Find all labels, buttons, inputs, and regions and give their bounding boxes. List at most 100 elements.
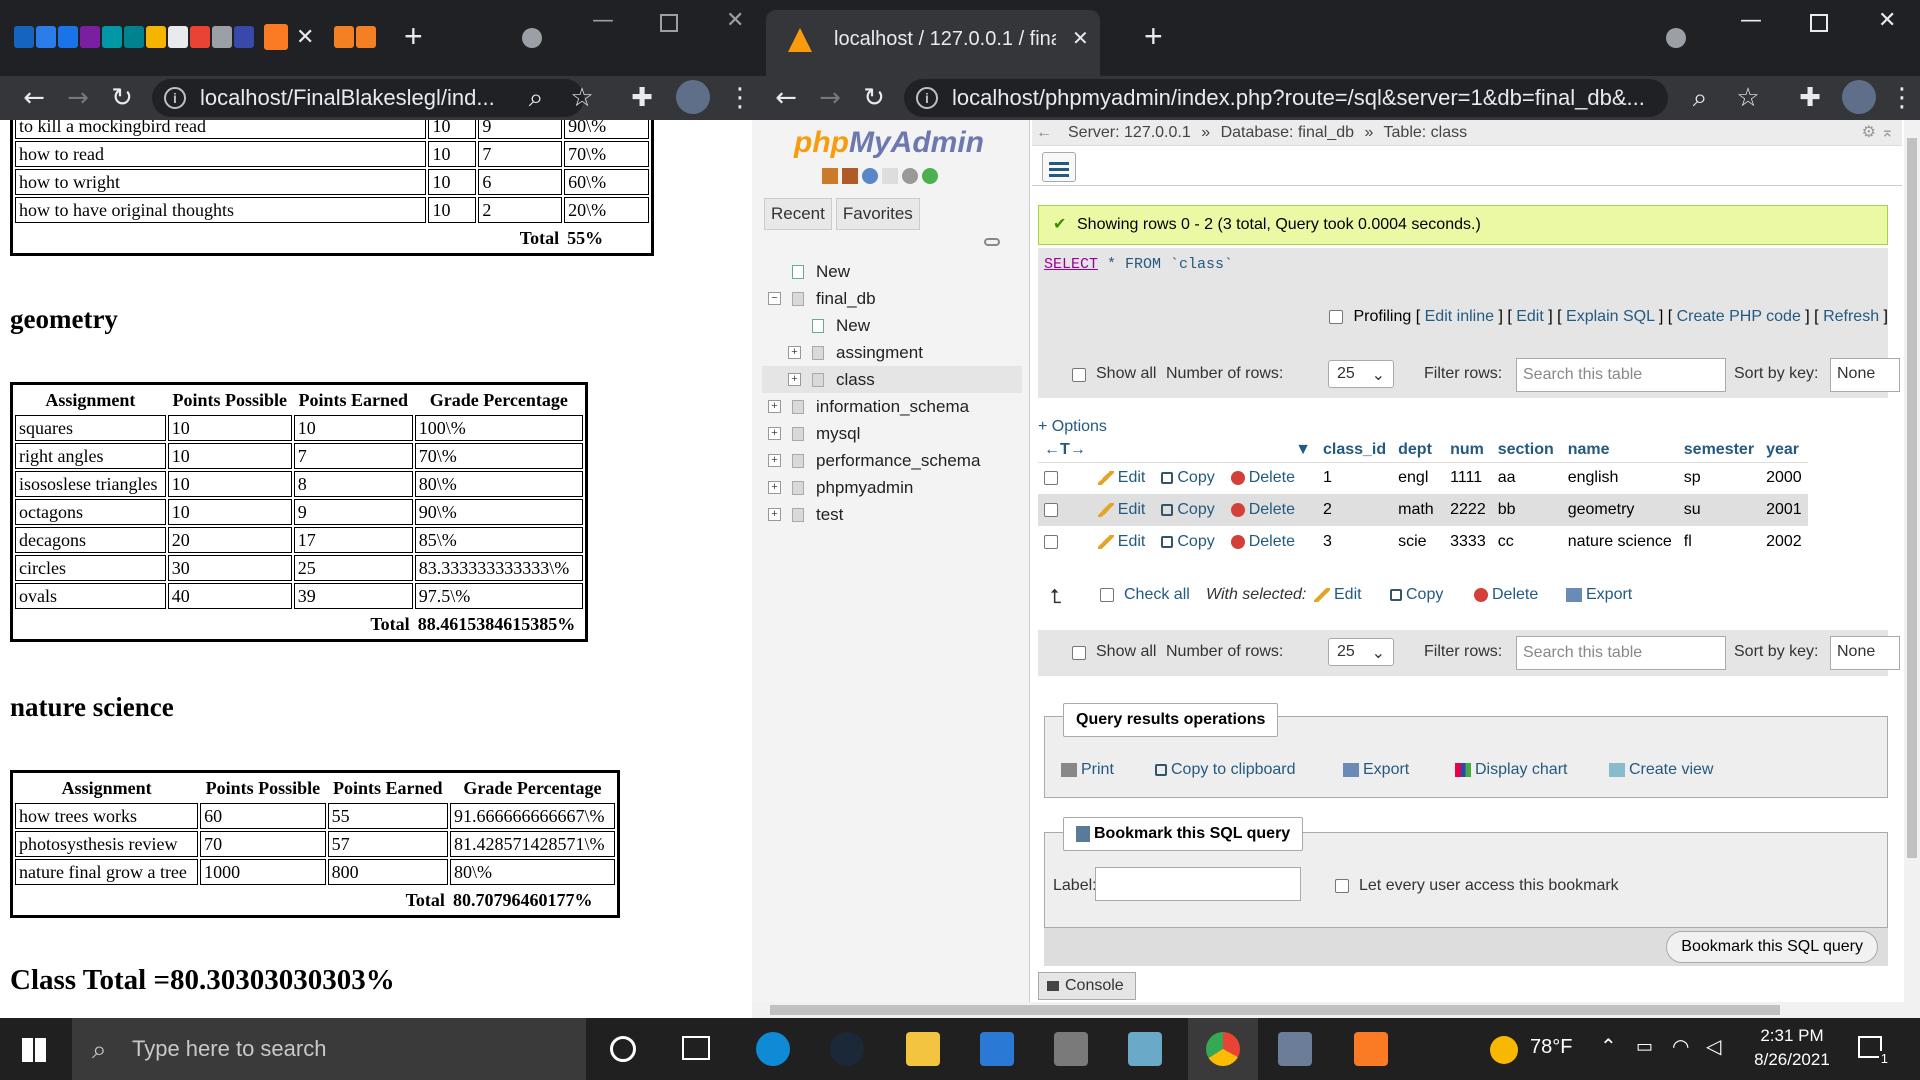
table-cell[interactable]: english [1561, 462, 1678, 494]
app-icon[interactable] [1054, 1032, 1088, 1066]
site-info-icon[interactable]: i [164, 87, 186, 109]
xampp-tab-icon[interactable] [264, 24, 288, 50]
profiling-checkbox[interactable] [1329, 309, 1344, 324]
display-chart-link[interactable]: Display chart [1475, 761, 1567, 778]
collapse-icon[interactable]: ← [1036, 120, 1052, 146]
phpmyadmin-logo[interactable]: phpMyAdmin [794, 126, 984, 160]
expand-icon[interactable]: − [768, 292, 781, 305]
tree-item[interactable]: + test [762, 501, 1022, 528]
active-tab[interactable]: localhost / 127.0.0.1 / final_db / c ✕ [766, 10, 1100, 76]
bulk-edit-link[interactable]: Edit [1334, 586, 1362, 603]
steam-icon[interactable] [830, 1032, 864, 1066]
site-info-icon[interactable]: i [916, 87, 938, 109]
windows-start-icon[interactable] [22, 1038, 46, 1062]
settings-icon[interactable] [902, 168, 918, 184]
table-cell[interactable]: engl [1392, 462, 1445, 494]
tab-favicon-icon[interactable] [36, 26, 56, 48]
forward-icon[interactable]: → [810, 78, 850, 118]
table-cell[interactable]: sp [1677, 462, 1761, 494]
tab-search-icon[interactable] [1666, 28, 1686, 48]
taskbar-search-box[interactable]: ⌕ Type here to search [72, 1018, 586, 1080]
tab-favicon-icon[interactable] [124, 26, 144, 48]
table-cell[interactable]: geometry [1561, 494, 1678, 526]
print-link[interactable]: Print [1081, 761, 1114, 778]
table-cell[interactable]: math [1392, 494, 1445, 526]
hamburger-menu-icon[interactable] [1042, 152, 1076, 182]
zoom-icon[interactable]: ⌕ [516, 78, 556, 118]
show-all-checkbox[interactable] [1072, 646, 1086, 660]
back-icon[interactable]: ← [14, 78, 54, 118]
profile-avatar[interactable] [1842, 80, 1876, 114]
row-delete-link[interactable]: Delete [1230, 469, 1295, 486]
row-edit-link[interactable]: Edit [1097, 533, 1145, 550]
extensions-icon[interactable]: ✚ [622, 78, 662, 118]
file-explorer-icon[interactable] [906, 1032, 940, 1066]
tab-favicon-icon[interactable] [356, 26, 376, 48]
sort-by-key-select[interactable]: None [1830, 636, 1900, 670]
tab-favicon-icon[interactable] [80, 26, 100, 48]
table-cell[interactable]: 3 [1316, 526, 1393, 558]
gear-icon[interactable]: ⚙ [1862, 120, 1876, 146]
bulk-export-link[interactable]: Export [1586, 586, 1632, 603]
volume-icon[interactable]: ◁ [1706, 1034, 1721, 1059]
tab-search-icon[interactable] [522, 28, 542, 48]
column-header-year[interactable]: year [1760, 438, 1808, 463]
chrome-taskbar-button[interactable] [1188, 1018, 1258, 1080]
table-cell[interactable]: nature science [1561, 526, 1678, 558]
tree-item[interactable]: + mysql [762, 420, 1022, 447]
close-tab-icon[interactable]: ✕ [296, 24, 314, 50]
tree-item[interactable]: + assingment [762, 339, 1022, 366]
tab-favicon-icon[interactable] [212, 26, 232, 48]
address-bar[interactable]: i localhost/phpmyadmin/index.php?route=/… [904, 79, 1668, 117]
bulk-copy-link[interactable]: Copy [1406, 586, 1443, 603]
home-icon[interactable] [822, 168, 838, 184]
edit-link[interactable]: Edit [1516, 308, 1544, 325]
bulk-delete-link[interactable]: Delete [1492, 586, 1538, 603]
filter-rows-input[interactable]: Search this table [1516, 358, 1726, 392]
close-tab-icon[interactable]: ✕ [1072, 26, 1089, 51]
table-cell[interactable]: scie [1392, 526, 1445, 558]
expand-icon[interactable]: + [768, 427, 781, 440]
sql-keyword[interactable]: SELECT [1044, 256, 1098, 273]
zoom-icon[interactable]: ⌕ [1680, 78, 1720, 118]
show-all-checkbox[interactable] [1072, 368, 1086, 382]
row-edit-link[interactable]: Edit [1097, 501, 1145, 518]
bookmark-star-icon[interactable]: ☆ [562, 78, 602, 118]
table-cell[interactable]: 3333 [1444, 526, 1492, 558]
refresh-link[interactable]: Refresh [1823, 308, 1879, 325]
tree-item[interactable]: + information_schema [762, 393, 1022, 420]
forward-icon[interactable]: → [58, 78, 98, 118]
weather-icon[interactable] [1490, 1036, 1518, 1064]
recent-tab[interactable]: Recent [764, 198, 832, 230]
xampp-icon[interactable] [1354, 1032, 1388, 1066]
tree-item[interactable]: − final_db [762, 285, 1022, 312]
breadcrumb-database[interactable]: Database: final_db [1221, 124, 1354, 141]
expand-icon[interactable]: + [768, 481, 781, 494]
tab-favicon-icon[interactable] [14, 26, 34, 48]
check-all-checkbox[interactable] [1100, 588, 1114, 602]
row-edit-link[interactable]: Edit [1097, 469, 1145, 486]
expand-icon[interactable]: + [768, 400, 781, 413]
row-copy-link[interactable]: Copy [1161, 469, 1215, 486]
help-icon[interactable] [862, 168, 878, 184]
column-header-semester[interactable]: semester [1677, 438, 1761, 463]
expand-icon[interactable]: + [768, 454, 781, 467]
row-delete-link[interactable]: Delete [1230, 533, 1295, 550]
profile-avatar[interactable] [676, 80, 710, 114]
export-link[interactable]: Export [1363, 761, 1409, 778]
sort-by-key-select[interactable]: None [1830, 358, 1900, 392]
tree-item[interactable]: New [762, 258, 1022, 285]
minimize-icon[interactable]: — [592, 8, 614, 33]
row-checkbox[interactable] [1044, 534, 1058, 549]
collapse-top-icon[interactable]: ⌅ [1881, 120, 1894, 146]
filter-rows-input[interactable]: Search this table [1516, 636, 1726, 670]
back-icon[interactable]: ← [766, 78, 806, 118]
device-icon[interactable]: ▭ [1636, 1036, 1653, 1057]
reload-icon[interactable]: ↻ [102, 78, 142, 118]
reload-nav-icon[interactable] [922, 168, 938, 184]
row-checkbox[interactable] [1044, 471, 1058, 486]
new-tab-icon[interactable]: + [1144, 18, 1163, 55]
table-cell[interactable]: bb [1491, 494, 1562, 526]
close-window-icon[interactable]: ✕ [726, 8, 744, 33]
column-header-dept[interactable]: dept [1392, 438, 1445, 463]
